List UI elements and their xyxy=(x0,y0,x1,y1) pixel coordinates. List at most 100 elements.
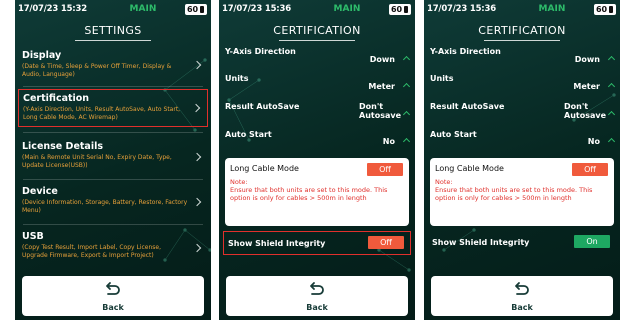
note-text: Ensure that both units are set to this m… xyxy=(435,186,593,202)
row-value: No xyxy=(587,137,600,146)
row-units[interactable]: Units Meter xyxy=(428,74,616,94)
long-cable-toggle[interactable]: Off xyxy=(367,163,403,176)
chevron-up-icon xyxy=(607,137,616,146)
battery-level: 60 xyxy=(595,4,608,14)
row-value: No xyxy=(382,137,395,146)
battery-icon: 60 xyxy=(388,3,411,15)
back-button[interactable]: Back xyxy=(226,276,408,316)
row-result-autosave[interactable]: Result AutoSave Don't Autosave xyxy=(223,102,411,126)
row-value: Don't Autosave xyxy=(359,102,402,120)
page-title: SETTINGS xyxy=(84,24,142,37)
back-arrow-icon xyxy=(515,282,529,295)
back-label: Back xyxy=(102,303,124,312)
status-bar: 17/07/23 15:36 MAIN 60 xyxy=(219,0,415,18)
row-label: Y-Axis Direction xyxy=(225,47,296,56)
row-label: Y-Axis Direction xyxy=(430,47,501,56)
clock: 17/07/23 15:32 xyxy=(18,4,87,14)
note-title: Note: xyxy=(435,178,453,186)
chevron-up-icon xyxy=(402,137,411,146)
divider xyxy=(23,224,203,225)
mode-label: MAIN xyxy=(129,4,157,14)
row-units[interactable]: Units Meter xyxy=(223,74,411,94)
back-button[interactable]: Back xyxy=(431,276,613,316)
menu-item-title: License Details xyxy=(22,141,104,152)
certification-screen-off: 17/07/23 15:36 MAIN 60 CERTIFICATION Y-A… xyxy=(219,0,415,320)
status-bar: 17/07/23 15:36 MAIN 60 xyxy=(424,0,620,18)
menu-item-title: Device xyxy=(22,186,58,197)
menu-item-title: Certification xyxy=(23,93,90,104)
long-cable-toggle[interactable]: Off xyxy=(572,163,608,176)
settings-screen: 17/07/23 15:32 MAIN 60 SETTINGS Display … xyxy=(15,0,211,320)
chevron-up-icon xyxy=(402,55,411,64)
shield-toggle[interactable]: On xyxy=(574,235,610,248)
battery-level: 60 xyxy=(390,4,403,14)
mode-label: MAIN xyxy=(333,4,361,14)
row-show-shield-integrity[interactable]: Show Shield Integrity On xyxy=(428,231,616,255)
page-title: CERTIFICATION xyxy=(478,24,566,37)
chevron-up-icon xyxy=(607,55,616,64)
long-cable-card: Long Cable Mode Off Note: Ensure that bo… xyxy=(225,158,409,226)
chevron-up-icon xyxy=(402,82,411,91)
menu-item-usb[interactable]: USB (Copy Test Result, Import Label, Cop… xyxy=(18,228,208,268)
battery-icon: 60 xyxy=(184,3,207,15)
long-cable-card: Long Cable Mode Off Note: Ensure that bo… xyxy=(430,158,614,226)
certification-screen-on: 17/07/23 15:36 MAIN 60 CERTIFICATION Y-A… xyxy=(424,0,620,320)
battery-level: 60 xyxy=(186,4,199,14)
shield-toggle[interactable]: Off xyxy=(368,236,404,249)
row-y-axis-direction[interactable]: Y-Axis Direction Down xyxy=(428,47,616,67)
row-label: Auto Start xyxy=(430,130,477,139)
row-value: Meter xyxy=(368,82,395,91)
row-value: Down xyxy=(369,55,395,64)
title-underline xyxy=(75,40,151,41)
chevron-up-icon xyxy=(607,110,616,119)
row-value: Don't Autosave xyxy=(564,102,607,120)
page-title: CERTIFICATION xyxy=(273,24,361,37)
back-label: Back xyxy=(306,303,328,312)
title-underline xyxy=(484,40,560,41)
menu-item-desc: (Device Information, Storage, Battery, R… xyxy=(22,199,188,214)
menu-item-desc: (Y-Axis Direction, Units, Result AutoSav… xyxy=(23,106,181,121)
chevron-up-icon xyxy=(402,110,411,119)
long-cable-note: Note: Ensure that both units are set to … xyxy=(230,178,403,202)
clock: 17/07/23 15:36 xyxy=(427,4,496,14)
row-auto-start[interactable]: Auto Start No xyxy=(223,130,411,150)
row-auto-start[interactable]: Auto Start No xyxy=(428,130,616,150)
mode-label: MAIN xyxy=(538,4,566,14)
menu-item-desc: (Main & Remote Unit Serial No, Expiry Da… xyxy=(22,154,172,169)
row-value: Meter xyxy=(573,82,600,91)
menu-item-title: Display xyxy=(22,50,62,61)
clock: 17/07/23 15:36 xyxy=(222,4,291,14)
row-show-shield-integrity[interactable]: Show Shield Integrity Off xyxy=(223,231,411,255)
long-cable-label: Long Cable Mode xyxy=(230,164,299,173)
shield-label: Show Shield Integrity xyxy=(432,238,530,247)
battery-icon: 60 xyxy=(593,3,616,15)
chevron-up-icon xyxy=(607,82,616,91)
long-cable-label: Long Cable Mode xyxy=(435,164,504,173)
row-label: Result AutoSave xyxy=(430,102,505,111)
shield-label: Show Shield Integrity xyxy=(228,239,326,248)
row-label: Result AutoSave xyxy=(225,102,300,111)
divider xyxy=(23,86,203,87)
row-label: Units xyxy=(225,74,249,83)
menu-item-license-details[interactable]: License Details (Main & Remote Unit Seri… xyxy=(18,138,208,176)
divider xyxy=(23,179,203,180)
menu-item-certification[interactable]: Certification (Y-Axis Direction, Units, … xyxy=(18,89,208,127)
row-y-axis-direction[interactable]: Y-Axis Direction Down xyxy=(223,47,411,67)
menu-item-device[interactable]: Device (Device Information, Storage, Bat… xyxy=(18,183,208,221)
back-arrow-icon xyxy=(106,282,120,295)
long-cable-note: Note: Ensure that both units are set to … xyxy=(435,178,608,202)
note-text: Ensure that both units are set to this m… xyxy=(230,186,388,202)
row-label: Auto Start xyxy=(225,130,272,139)
back-arrow-icon xyxy=(310,282,324,295)
status-bar: 17/07/23 15:32 MAIN 60 xyxy=(15,0,211,18)
menu-item-display[interactable]: Display (Date & Time, Sleep & Power Off … xyxy=(18,47,208,83)
back-label: Back xyxy=(511,303,533,312)
title-underline xyxy=(279,40,355,41)
menu-item-desc: (Date & Time, Sleep & Power Off Timer, D… xyxy=(22,63,172,78)
row-result-autosave[interactable]: Result AutoSave Don't Autosave xyxy=(428,102,616,126)
row-value: Down xyxy=(574,55,600,64)
menu-item-desc: (Copy Test Result, Import Label, Copy Li… xyxy=(22,244,162,259)
note-title: Note: xyxy=(230,178,248,186)
back-button[interactable]: Back xyxy=(22,276,204,316)
menu-item-title: USB xyxy=(22,231,44,242)
